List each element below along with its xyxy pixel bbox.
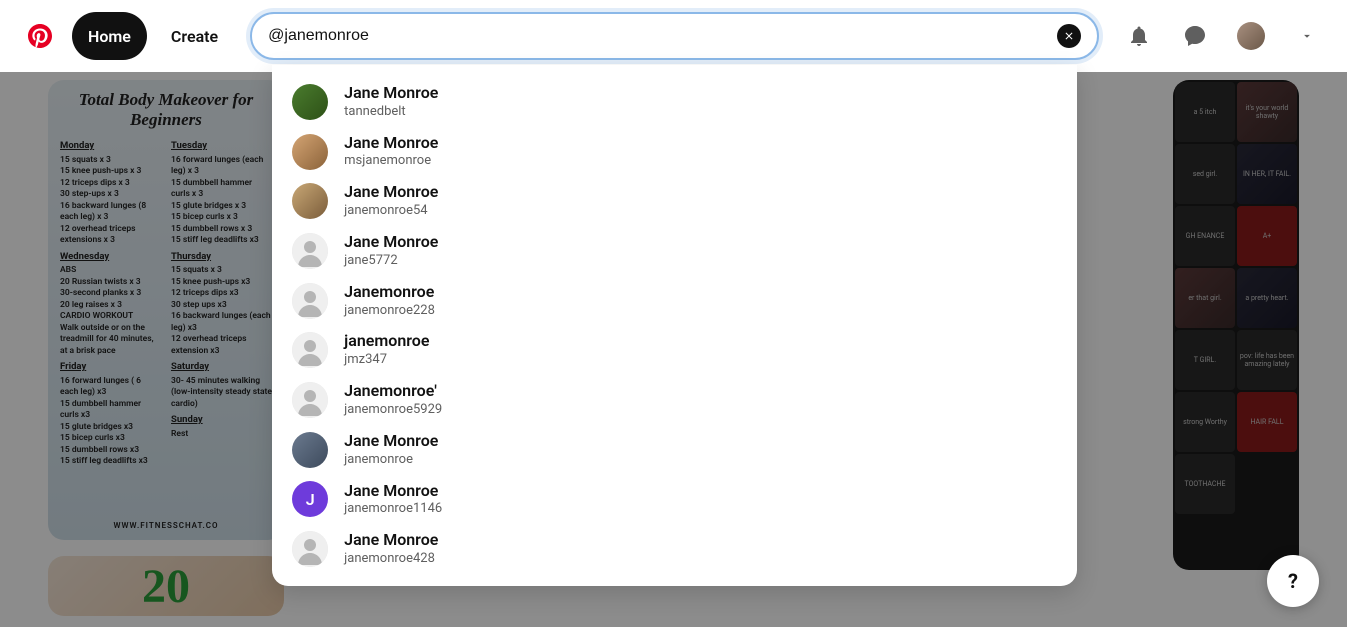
header: Home Create Jane MonroetannedbeltJane Mo… xyxy=(0,0,1347,72)
suggestion-username: janemonroe1146 xyxy=(344,501,442,518)
suggestion-name: Jane Monroe xyxy=(344,530,438,551)
suggestion-avatar xyxy=(292,283,328,319)
suggestion-name: Jane Monroe xyxy=(344,182,438,203)
suggestion-username: janemonroe54 xyxy=(344,203,438,220)
suggestion-avatar xyxy=(292,134,328,170)
search-suggestions-dropdown: Jane MonroetannedbeltJane Monroemsjanemo… xyxy=(272,65,1077,586)
suggestion-avatar xyxy=(292,531,328,567)
search-wrapper: Jane MonroetannedbeltJane Monroemsjanemo… xyxy=(250,12,1099,60)
nav-create[interactable]: Create xyxy=(155,12,234,60)
search-suggestion-item[interactable]: Jane Monroejanemonroe428 xyxy=(272,524,1077,574)
search-suggestion-item[interactable]: janemonroejmz347 xyxy=(272,325,1077,375)
suggestion-username: msjanemonroe xyxy=(344,153,438,170)
search-suggestion-item[interactable]: Jane Monroemsjanemonroe xyxy=(272,127,1077,177)
x-icon xyxy=(1063,30,1075,42)
clear-search-button[interactable] xyxy=(1057,24,1081,48)
search-suggestion-item[interactable]: Janemonroe'janemonroe5929 xyxy=(272,375,1077,425)
suggestion-avatar xyxy=(292,84,328,120)
suggestion-username: janemonroe xyxy=(344,452,438,469)
search-suggestion-item[interactable]: Jane Monroejanemonroe xyxy=(272,425,1077,475)
account-menu-button[interactable] xyxy=(1283,12,1331,60)
profile-button[interactable] xyxy=(1227,12,1275,60)
messages-button[interactable] xyxy=(1171,12,1219,60)
suggestion-name: Janemonroe xyxy=(344,282,435,303)
suggestion-username: tannedbelt xyxy=(344,104,438,121)
suggestion-username: jmz347 xyxy=(344,352,429,369)
notifications-button[interactable] xyxy=(1115,12,1163,60)
search-input[interactable] xyxy=(268,27,1057,45)
pinterest-logo[interactable] xyxy=(16,12,64,60)
bell-icon xyxy=(1127,24,1151,48)
suggestion-avatar xyxy=(292,432,328,468)
suggestion-name: Jane Monroe xyxy=(344,232,438,253)
suggestion-avatar xyxy=(292,183,328,219)
suggestion-avatar xyxy=(292,382,328,418)
suggestion-name: Jane Monroe xyxy=(344,133,438,154)
search-suggestion-item[interactable]: Jane Monroejanemonroe54 xyxy=(272,176,1077,226)
suggestion-avatar xyxy=(292,332,328,368)
suggestion-name: Jane Monroe xyxy=(344,481,442,502)
suggestion-username: janemonroe228 xyxy=(344,303,435,320)
nav-home[interactable]: Home xyxy=(72,12,147,60)
suggestion-username: janemonroe428 xyxy=(344,551,438,568)
suggestion-avatar xyxy=(292,233,328,269)
suggestion-name: Jane Monroe xyxy=(344,431,438,452)
search-suggestion-item[interactable]: J Jane Monroejanemonroe1146 xyxy=(272,475,1077,525)
suggestion-name: Jane Monroe xyxy=(344,83,438,104)
suggestion-username: janemonroe5929 xyxy=(344,402,442,419)
search-suggestion-item[interactable]: Jane Monroejane5772 xyxy=(272,226,1077,276)
chevron-down-icon xyxy=(1300,29,1314,43)
help-button[interactable]: ? xyxy=(1267,555,1319,607)
search-suggestion-item[interactable]: Jane Monroetannedbelt xyxy=(272,77,1077,127)
suggestion-name: janemonroe xyxy=(344,331,429,352)
chat-icon xyxy=(1183,24,1207,48)
suggestion-avatar: J xyxy=(292,481,328,517)
suggestion-name: Janemonroe' xyxy=(344,381,442,402)
suggestion-username: jane5772 xyxy=(344,253,438,270)
avatar xyxy=(1237,22,1265,50)
search-suggestion-item[interactable]: Janemonroejanemonroe228 xyxy=(272,276,1077,326)
search-box xyxy=(250,12,1099,60)
